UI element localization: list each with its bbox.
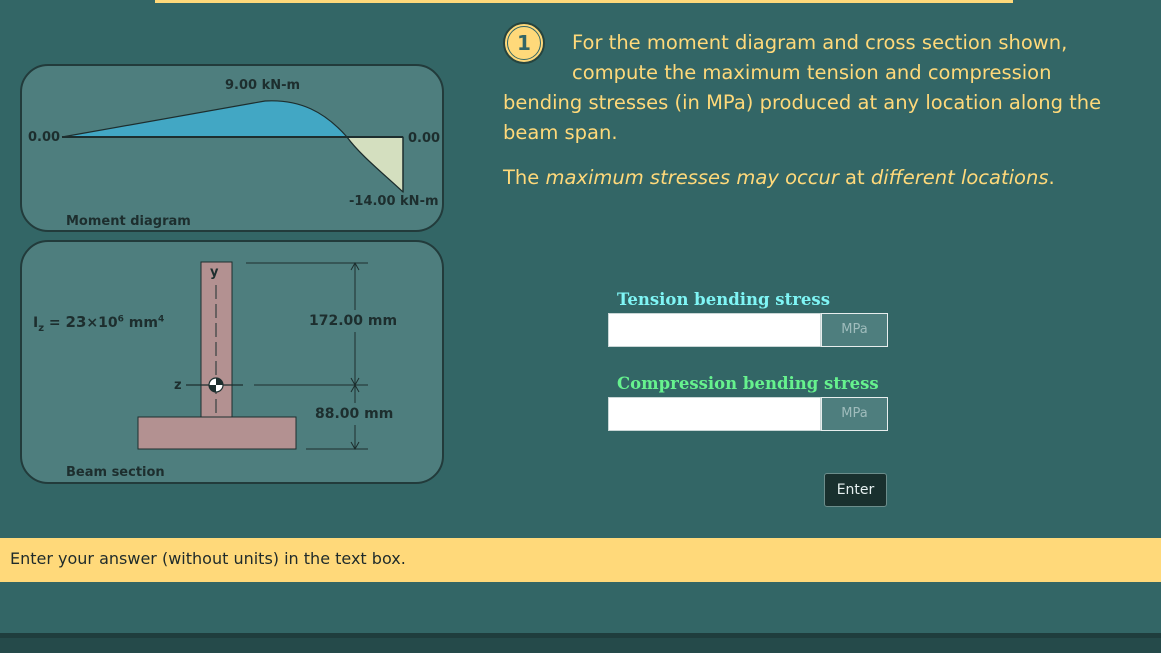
dim-bottom-label: 88.00 mm — [315, 406, 394, 422]
moment-of-inertia-label: Iz = 23×106 mm4 — [33, 313, 165, 334]
compression-input[interactable] — [608, 397, 821, 431]
problem-line-3: bending stresses (in MPa) produced at an… — [503, 91, 1102, 114]
problem-line-1: For the moment diagram and cross section… — [572, 31, 1068, 54]
bottom-bar — [0, 633, 1161, 653]
y-axis-label: y — [210, 265, 219, 280]
problem-number-badge: 1 — [503, 22, 545, 64]
tension-input[interactable] — [608, 313, 821, 347]
compression-unit: MPa — [821, 397, 888, 431]
problem-line-2: compute the maximum tension and compress… — [572, 61, 1052, 84]
hint-text: Enter your answer (without units) in the… — [10, 549, 406, 568]
dim-top-label: 172.00 mm — [309, 313, 398, 329]
problem-line-4: beam span. — [503, 121, 618, 144]
hint-bar: Enter your answer (without units) in the… — [0, 538, 1161, 582]
enter-button[interactable]: Enter — [824, 473, 887, 507]
centroid-icon — [208, 377, 224, 393]
compression-label: Compression bending stress — [617, 374, 879, 393]
tension-unit: MPa — [821, 313, 888, 347]
problem-note: The maximum stresses may occur at differ… — [503, 166, 1055, 189]
t-section-flange — [137, 416, 297, 450]
z-axis-label: z — [174, 378, 182, 393]
tension-label: Tension bending stress — [617, 290, 830, 309]
tension-answer-field: MPa — [608, 313, 888, 347]
compression-answer-field: MPa — [608, 397, 888, 431]
